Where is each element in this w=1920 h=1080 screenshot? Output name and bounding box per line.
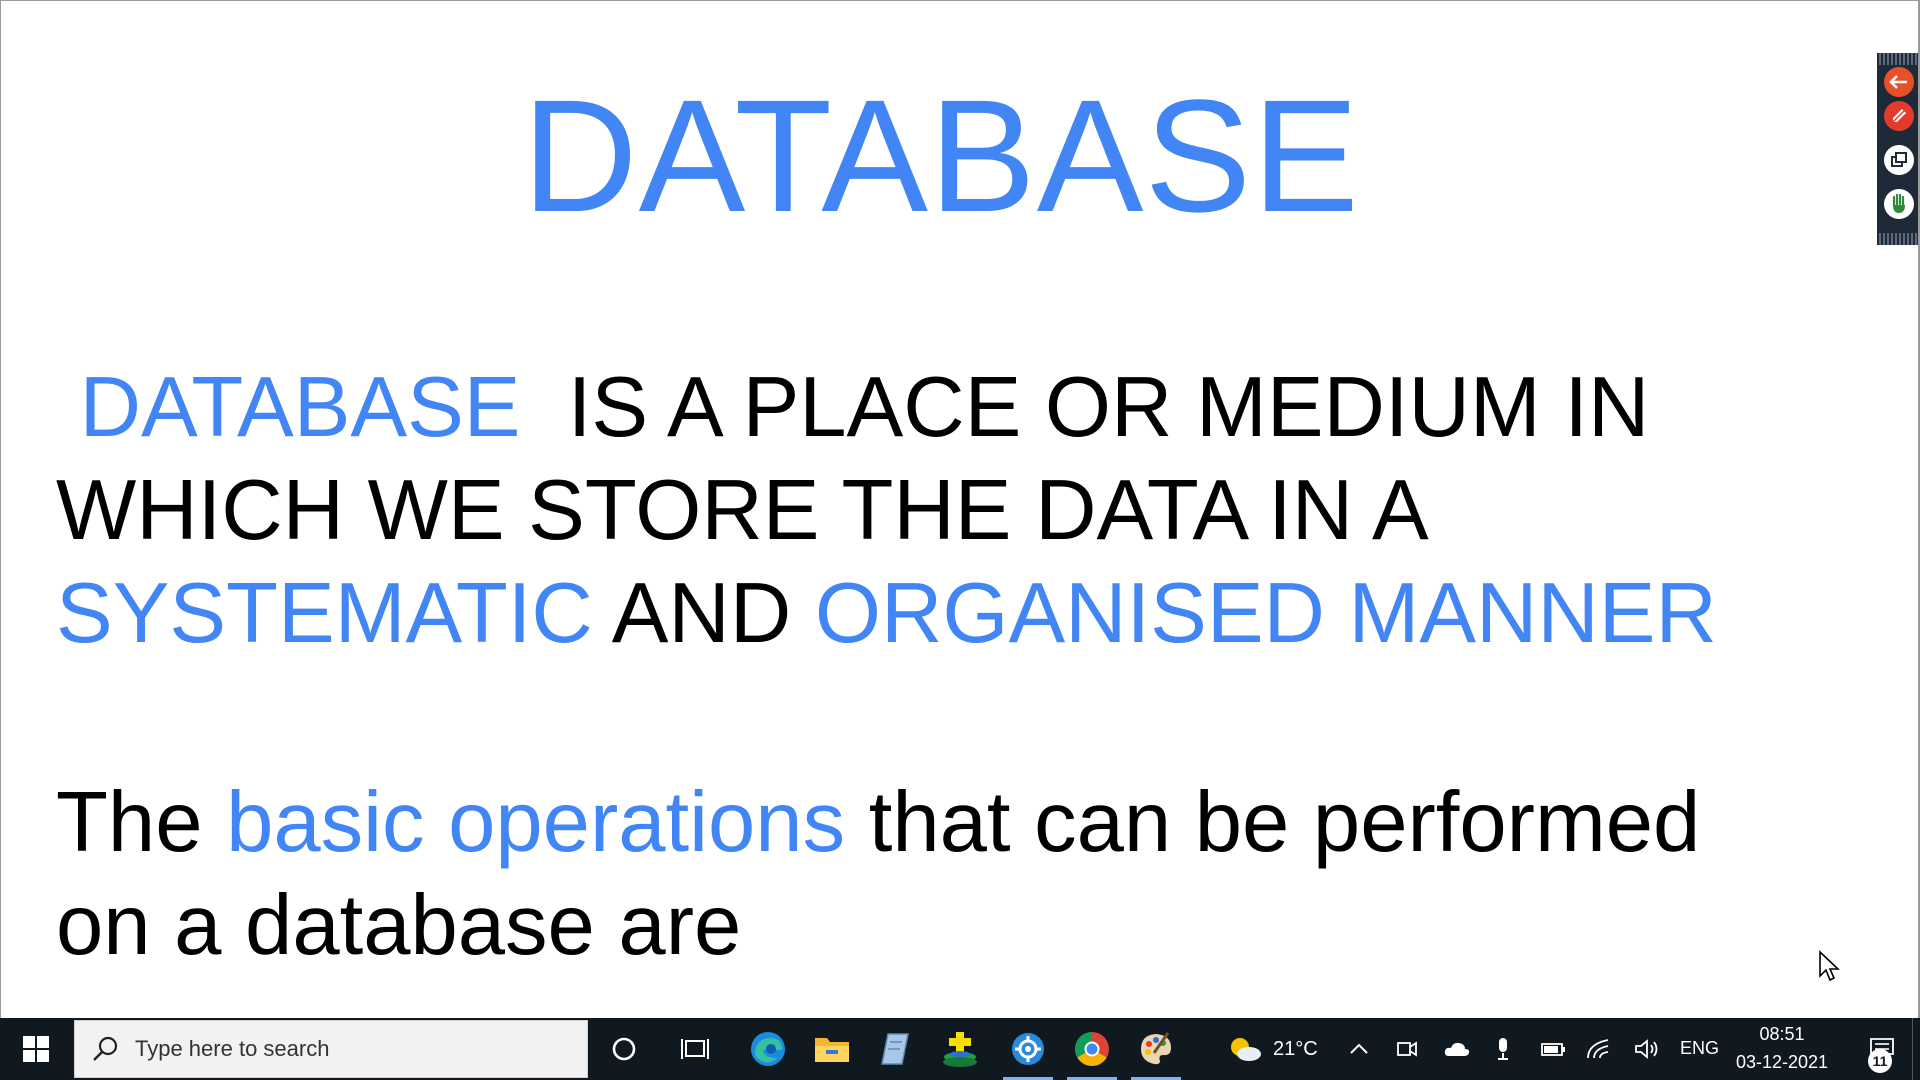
weather-icon[interactable] <box>1228 1036 1262 1062</box>
show-desktop-button[interactable] <box>1912 1018 1920 1080</box>
floating-annotation-toolbar <box>1877 53 1918 245</box>
windows-logo-icon <box>23 1036 49 1062</box>
term-basic-operations: basic operations <box>226 775 846 870</box>
operations-line-2: on a database are <box>56 878 742 973</box>
microphone-icon[interactable] <box>1490 1036 1516 1062</box>
edge-browser-icon <box>751 1032 785 1066</box>
task-view-icon <box>681 1039 709 1059</box>
start-button[interactable] <box>0 1018 72 1080</box>
input-language[interactable]: ENG <box>1680 1038 1719 1059</box>
term-systematic: SYSTEMATIC <box>56 566 593 661</box>
term-organised-manner: ORGANISED MANNER <box>814 566 1717 661</box>
chrome-taskbar-button[interactable] <box>1061 1018 1123 1080</box>
hand-raise-icon[interactable] <box>1884 189 1914 219</box>
folder-icon <box>815 1038 849 1062</box>
toolbar-grip-bottom[interactable] <box>1877 233 1918 245</box>
slide-title: DATABASE <box>522 66 1360 245</box>
windows-taskbar: Type here to search 21°C ENG 08:51 03-12… <box>0 1018 1920 1080</box>
definition-line-2: WHICH WE STORE THE DATA IN A <box>56 463 1429 558</box>
term-database: DATABASE <box>56 360 521 455</box>
settings-app-button[interactable] <box>997 1018 1059 1080</box>
definition-paragraph: DATABASE IS A PLACE OR MEDIUM IN WHICH W… <box>56 356 1856 665</box>
paint-app-button[interactable] <box>1125 1018 1187 1080</box>
search-placeholder: Type here to search <box>135 1036 330 1061</box>
taskbar-search-box[interactable]: Type here to search <box>74 1020 588 1078</box>
cortana-icon <box>612 1037 636 1061</box>
conjunction-and: AND <box>592 566 815 661</box>
game-app-button[interactable] <box>929 1018 991 1080</box>
mouse-cursor-icon <box>1819 950 1840 982</box>
back-arrow-icon[interactable] <box>1884 67 1914 97</box>
wifi-icon[interactable] <box>1586 1036 1612 1062</box>
cortana-button[interactable] <box>593 1018 655 1080</box>
operations-intro: The <box>56 775 227 870</box>
edge-taskbar-button[interactable] <box>737 1018 799 1080</box>
settings-app-icon <box>1012 1033 1044 1065</box>
clock-date[interactable]: 03-12-2021 <box>1726 1052 1838 1073</box>
task-view-button[interactable] <box>665 1018 727 1080</box>
operations-text: that can be performed <box>845 775 1701 870</box>
notepad-button[interactable] <box>865 1018 927 1080</box>
definition-text: IS A PLACE OR MEDIUM IN <box>520 360 1650 455</box>
volume-icon[interactable] <box>1634 1036 1660 1062</box>
show-hidden-icons-chevron-icon[interactable] <box>1346 1036 1372 1062</box>
presentation-slide: DATABASE DATABASE IS A PLACE OR MEDIUM I… <box>0 0 1920 1018</box>
toolbar-grip-top[interactable] <box>1877 53 1918 65</box>
clock-time[interactable]: 08:51 <box>1736 1024 1828 1045</box>
screen-copy-icon[interactable] <box>1884 145 1914 175</box>
pen-annotate-icon[interactable] <box>1884 101 1914 131</box>
notepad-icon <box>881 1033 909 1065</box>
onedrive-cloud-icon[interactable] <box>1442 1036 1472 1062</box>
chrome-icon <box>1075 1032 1109 1066</box>
notification-count-badge: 11 <box>1868 1049 1892 1073</box>
weather-temperature[interactable]: 21°C <box>1273 1038 1318 1061</box>
meet-now-icon[interactable] <box>1394 1036 1420 1062</box>
operations-paragraph: The basic operations that can be perform… <box>56 771 1856 977</box>
file-explorer-button[interactable] <box>801 1018 863 1080</box>
battery-icon[interactable] <box>1538 1036 1568 1062</box>
search-icon <box>93 1036 118 1061</box>
paint-palette-icon <box>1141 1032 1171 1065</box>
game-app-icon <box>943 1032 977 1067</box>
